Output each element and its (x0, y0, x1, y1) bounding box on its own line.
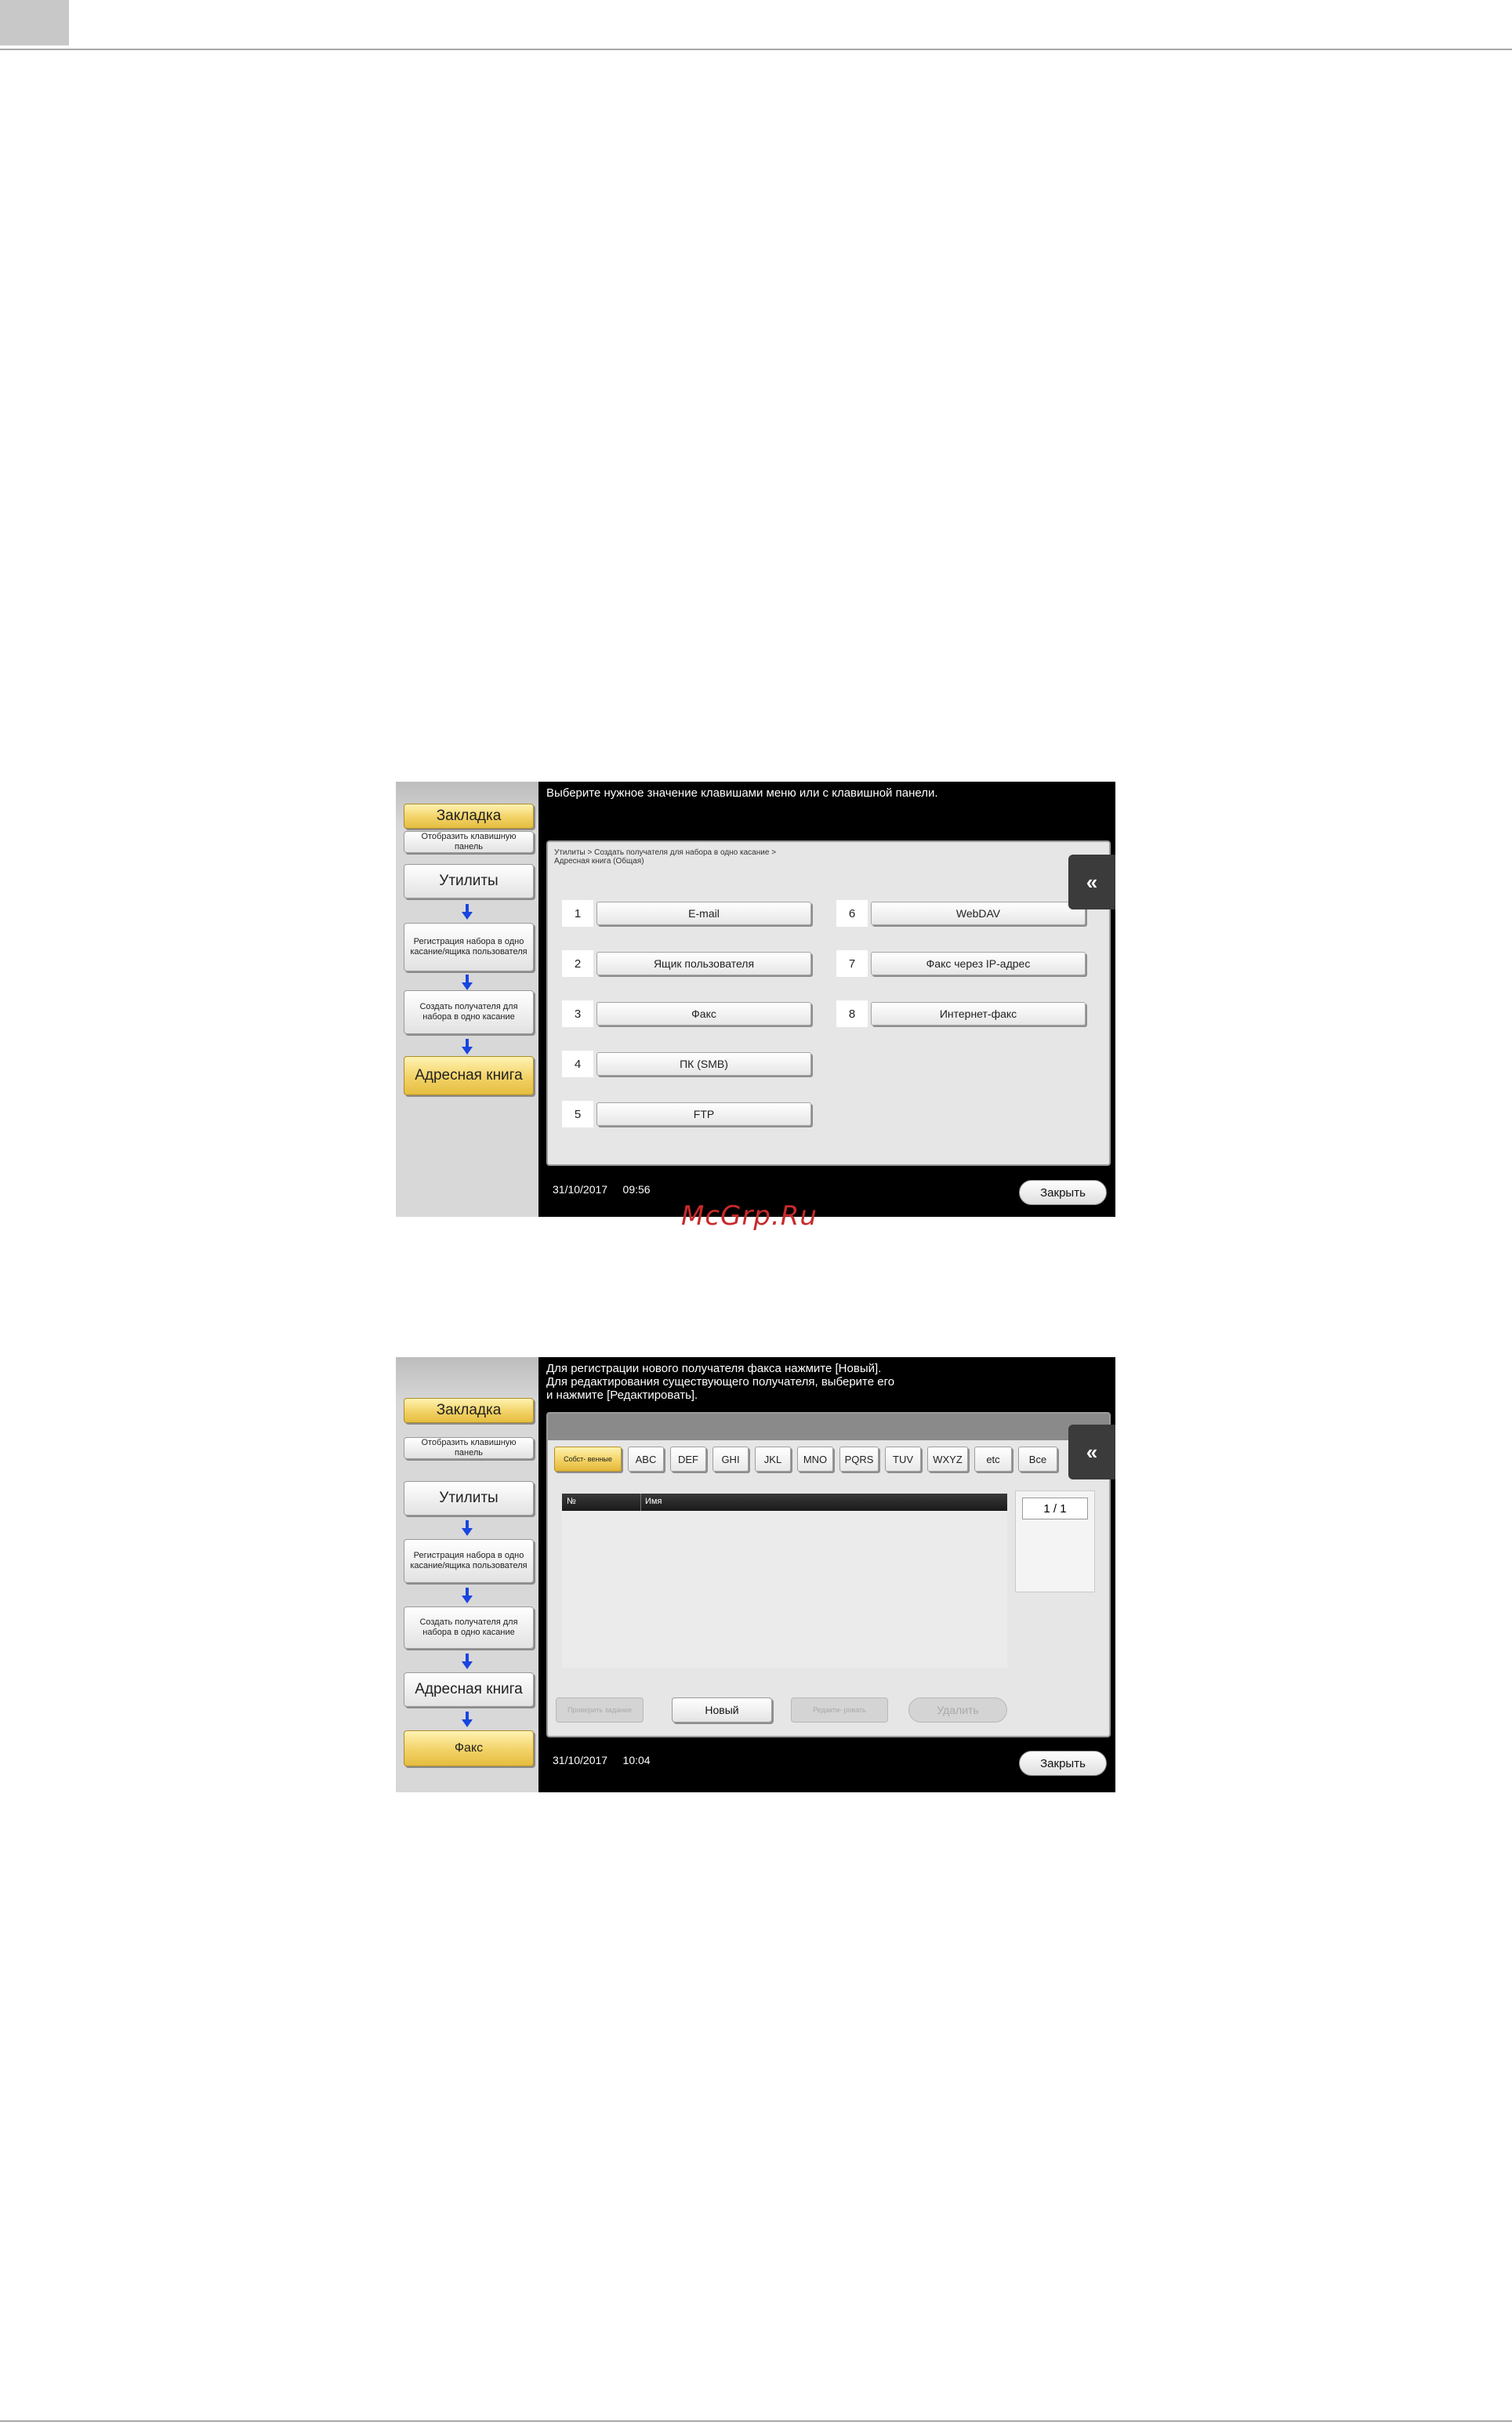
one-touch-registration-button[interactable]: Регистрация набора в одно касание/ящика … (404, 923, 534, 971)
column-name-header: Имя (645, 1497, 662, 1506)
tab-pqrs[interactable]: PQRS (839, 1447, 879, 1472)
list-item-ftp[interactable]: 5 FTP (562, 1101, 821, 1127)
address-book-button[interactable]: Адресная книга (404, 1672, 534, 1707)
arrow-down-icon (462, 1039, 473, 1056)
internet-fax-button[interactable]: Интернет-факс (871, 1002, 1086, 1026)
one-touch-registration-button[interactable]: Регистрация набора в одно касание/ящика … (404, 1539, 534, 1583)
watermark: McGrp.Ru (681, 1200, 818, 1232)
ftp-button[interactable]: FTP (596, 1102, 811, 1126)
sidebar: Закладка Отобразить клавишную панель Ути… (396, 1357, 538, 1792)
item-number: 7 (836, 950, 868, 977)
check-job-button[interactable]: Проверить задание (556, 1697, 644, 1723)
page-indicator: 1 / 1 (1022, 1498, 1088, 1519)
list-item-internet-fax[interactable]: 8 Интернет-факс (836, 1000, 1095, 1027)
time-text: 09:56 (622, 1183, 651, 1196)
tab-def[interactable]: DEF (670, 1447, 706, 1472)
fax-button[interactable]: Факс (404, 1730, 534, 1766)
item-number: 4 (562, 1051, 593, 1077)
tab-tuv[interactable]: TUV (885, 1447, 921, 1472)
message-line: и нажмите [Редактировать]. (546, 1389, 698, 1402)
tab-jkl[interactable]: JKL (755, 1447, 791, 1472)
fax-button[interactable]: Факс (596, 1002, 811, 1026)
header-rule (0, 49, 1512, 50)
list-item-fax[interactable]: 3 Факс (562, 1000, 821, 1027)
arrow-down-icon (462, 1588, 473, 1605)
create-destination-button[interactable]: Создать получателя для набора в одно кас… (404, 990, 534, 1034)
close-button[interactable]: Закрыть (1019, 1751, 1107, 1776)
main-area: Утилиты > Создать получателя для набора … (546, 840, 1111, 1166)
breadcrumb-line: Утилиты > Создать получателя для набора … (554, 848, 777, 857)
item-number: 3 (562, 1000, 593, 1027)
breadcrumb: Утилиты > Создать получателя для набора … (554, 848, 776, 866)
date-text: 31/10/2017 (553, 1754, 608, 1766)
list-item-webdav[interactable]: 6 WebDAV (836, 900, 1095, 927)
collapse-back-icon[interactable]: « (1068, 1425, 1115, 1479)
tab-mno[interactable]: MNO (797, 1447, 833, 1472)
user-box-button[interactable]: Ящик пользователя (596, 952, 811, 975)
create-destination-button[interactable]: Создать получателя для набора в одно кас… (404, 1606, 534, 1649)
collapse-back-icon[interactable]: « (1068, 855, 1115, 909)
item-number: 1 (562, 900, 593, 927)
email-button[interactable]: E-mail (596, 902, 811, 925)
item-number: 8 (836, 1000, 868, 1027)
tab-own[interactable]: Собст- венные (554, 1447, 622, 1472)
tab-wxyz[interactable]: WXYZ (927, 1447, 968, 1472)
message-line: Для редактирования существующего получат… (546, 1375, 895, 1389)
ip-fax-button[interactable]: Факс через IP-адрес (871, 952, 1086, 975)
list-item-ip-fax[interactable]: 7 Факс через IP-адрес (836, 950, 1095, 977)
arrow-down-icon (462, 975, 473, 992)
instruction-message: Для регистрации нового получателя факса … (546, 1362, 1095, 1402)
footer-rule (0, 2420, 1512, 2422)
message-line: Для регистрации нового получателя факса … (546, 1362, 882, 1375)
item-number: 2 (562, 950, 593, 977)
list-item-user-box[interactable]: 2 Ящик пользователя (562, 950, 821, 977)
list-item-smb[interactable]: 4 ПК (SMB) (562, 1051, 821, 1077)
utilities-button[interactable]: Утилиты (404, 864, 534, 899)
show-keypad-button[interactable]: Отобразить клавишную панель (404, 831, 534, 853)
smb-button[interactable]: ПК (SMB) (596, 1052, 811, 1076)
address-book-button[interactable]: Адресная книга (404, 1056, 534, 1095)
tab-abc[interactable]: ABC (628, 1447, 664, 1472)
screenshot-address-book-select: Закладка Отобразить клавишную панель Ути… (396, 782, 1115, 1217)
datetime: 31/10/2017 09:56 (553, 1183, 651, 1196)
instruction-message: Выберите нужное значение клавишами меню … (546, 786, 938, 800)
item-number: 6 (836, 900, 868, 927)
tab-etc[interactable]: etc (974, 1447, 1012, 1472)
arrow-down-icon (462, 1520, 473, 1537)
delete-button[interactable]: Удалить (908, 1697, 1007, 1723)
utilities-button[interactable]: Утилиты (404, 1481, 534, 1516)
bookmark-button[interactable]: Закладка (404, 1398, 534, 1423)
tab-all[interactable]: Все (1018, 1447, 1057, 1472)
screenshot-fax-destination-list: Закладка Отобразить клавишную панель Ути… (396, 1357, 1115, 1792)
page-corner-marker (0, 0, 69, 45)
list-header: № Имя (562, 1494, 1007, 1511)
show-keypad-button[interactable]: Отобразить клавишную панель (404, 1437, 534, 1459)
destination-list[interactable] (562, 1511, 1007, 1668)
arrow-down-icon (462, 1712, 473, 1729)
close-button[interactable]: Закрыть (1019, 1180, 1107, 1205)
date-text: 31/10/2017 (553, 1183, 608, 1196)
column-number-header: № (567, 1497, 576, 1506)
bookmark-button[interactable]: Закладка (404, 804, 534, 829)
edit-button[interactable]: Редакти- ровать (791, 1697, 888, 1723)
tab-ghi[interactable]: GHI (712, 1447, 749, 1472)
main-area: Собст- венные ABC DEF GHI JKL MNO PQRS T… (546, 1412, 1111, 1737)
item-number: 5 (562, 1101, 593, 1127)
arrow-down-icon (462, 1654, 473, 1671)
sidebar: Закладка Отобразить клавишную панель Ути… (396, 782, 538, 1217)
time-text: 10:04 (622, 1754, 651, 1766)
new-button[interactable]: Новый (672, 1697, 772, 1723)
pager: 1 / 1 (1015, 1490, 1095, 1592)
webdav-button[interactable]: WebDAV (871, 902, 1086, 925)
title-bar (548, 1414, 1109, 1440)
arrow-down-icon (462, 904, 473, 921)
datetime: 31/10/2017 10:04 (553, 1754, 651, 1766)
list-item-email[interactable]: 1 E-mail (562, 900, 821, 927)
breadcrumb-line: Адресная книга (Общая) (554, 857, 644, 866)
